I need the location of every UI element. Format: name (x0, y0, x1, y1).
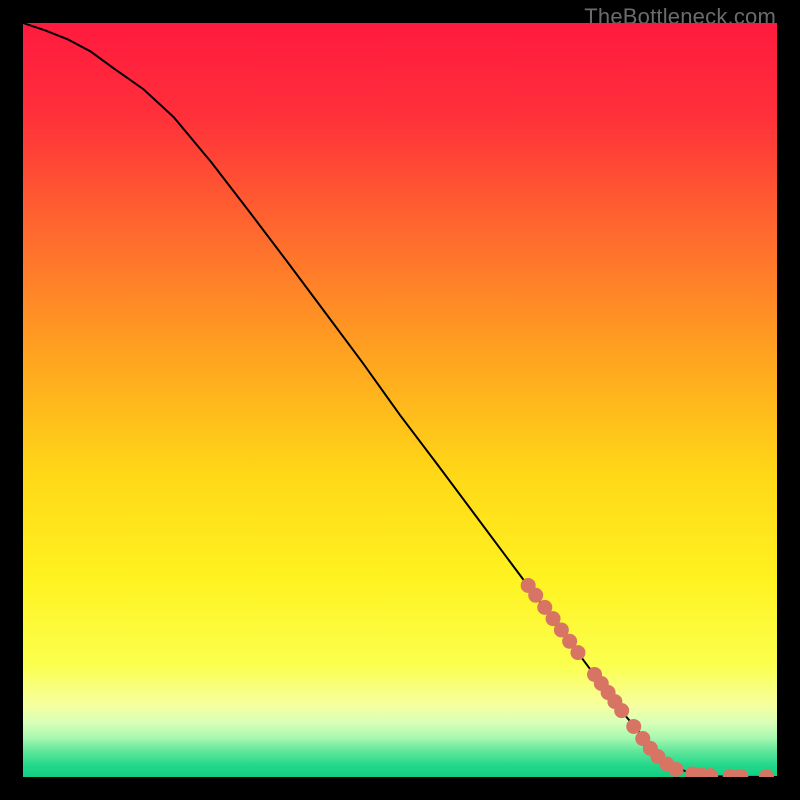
plot-area (23, 23, 777, 777)
gradient-background (23, 23, 777, 777)
data-marker (614, 703, 629, 718)
chart-svg (23, 23, 777, 777)
data-marker (668, 762, 683, 777)
data-marker (626, 719, 641, 734)
data-marker (570, 645, 585, 660)
chart-frame: TheBottleneck.com (0, 0, 800, 800)
data-marker (528, 588, 543, 603)
